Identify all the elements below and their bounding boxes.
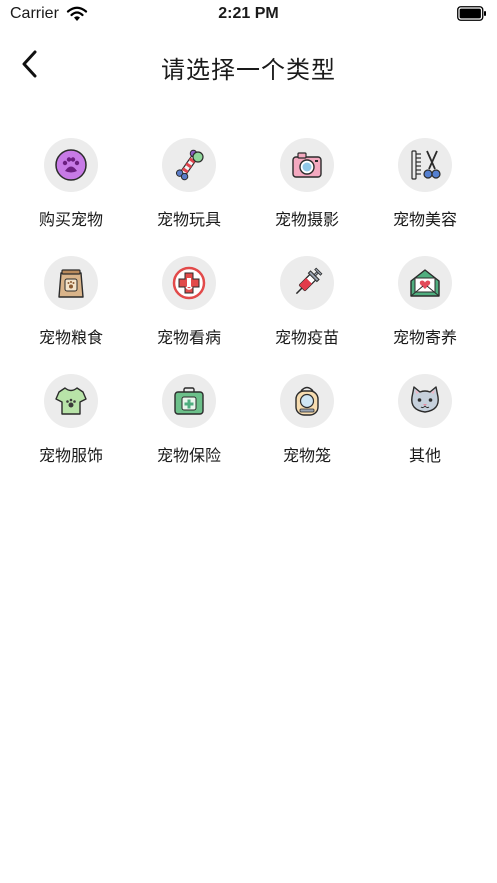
category-pet-vaccine[interactable]: 宠物疫苗 [248, 256, 366, 374]
category-pet-toys[interactable]: 宠物玩具 [130, 138, 248, 256]
category-icon-circle [162, 138, 216, 192]
category-grid: 购买宠物 宠物玩具 宠物摄影 宠物美容 宠物粮食 宠物看病 宠物疫苗 宠物寄养 … [12, 138, 484, 492]
category-icon-circle [44, 256, 98, 310]
cat-face-icon [411, 386, 439, 413]
category-label: 宠物美容 [392, 210, 457, 229]
category-icon-circle [398, 256, 452, 310]
first-aid-kit-icon [174, 387, 204, 415]
pet-carrier-icon [295, 386, 319, 416]
category-pet-grooming[interactable]: 宠物美容 [366, 138, 484, 256]
category-pet-food[interactable]: 宠物粮食 [12, 256, 130, 374]
category-icon-circle [280, 256, 334, 310]
bone-toy-icon [175, 149, 204, 181]
status-bar: Carrier 2:21 PM [0, 0, 497, 30]
category-icon-circle [280, 138, 334, 192]
category-pet-photography[interactable]: 宠物摄影 [248, 138, 366, 256]
medical-cross-icon [172, 266, 206, 300]
category-other[interactable]: 其他 [366, 374, 484, 492]
category-pet-boarding[interactable]: 宠物寄养 [366, 256, 484, 374]
category-label: 宠物玩具 [156, 210, 221, 229]
page-title: 请选择一个类型 [161, 56, 336, 84]
category-label: 宠物摄影 [274, 210, 339, 229]
status-time: 2:21 PM [218, 5, 279, 22]
category-label: 宠物保险 [156, 446, 221, 465]
category-label: 宠物看病 [156, 328, 221, 347]
navigation-bar: 请选择一个类型 [0, 36, 497, 92]
category-icon-circle [398, 138, 452, 192]
category-icon-circle [162, 374, 216, 428]
category-label: 宠物粮食 [38, 328, 103, 347]
shirt-icon [55, 387, 87, 415]
category-pet-insurance[interactable]: 宠物保险 [130, 374, 248, 492]
house-heart-icon [410, 269, 440, 297]
category-label: 宠物寄养 [392, 328, 457, 347]
category-icon-circle [162, 256, 216, 310]
battery-icon [457, 6, 486, 21]
paw-icon [55, 149, 87, 181]
category-label: 宠物疫苗 [274, 328, 339, 347]
category-label: 购买宠物 [38, 210, 103, 229]
food-bag-icon [58, 269, 84, 298]
category-pet-clothing[interactable]: 宠物服饰 [12, 374, 130, 492]
category-icon-circle [398, 374, 452, 428]
category-buy-pet[interactable]: 购买宠物 [12, 138, 130, 256]
category-icon-circle [280, 374, 334, 428]
syringe-icon [295, 267, 323, 295]
category-pet-cage[interactable]: 宠物笼 [248, 374, 366, 492]
category-icon-circle [44, 138, 98, 192]
category-icon-circle [44, 374, 98, 428]
category-pet-medical[interactable]: 宠物看病 [130, 256, 248, 374]
comb-scissors-icon [411, 150, 441, 180]
camera-icon [292, 152, 322, 178]
category-label: 其他 [408, 446, 441, 465]
category-label: 宠物服饰 [38, 446, 103, 465]
category-label: 宠物笼 [282, 446, 331, 465]
